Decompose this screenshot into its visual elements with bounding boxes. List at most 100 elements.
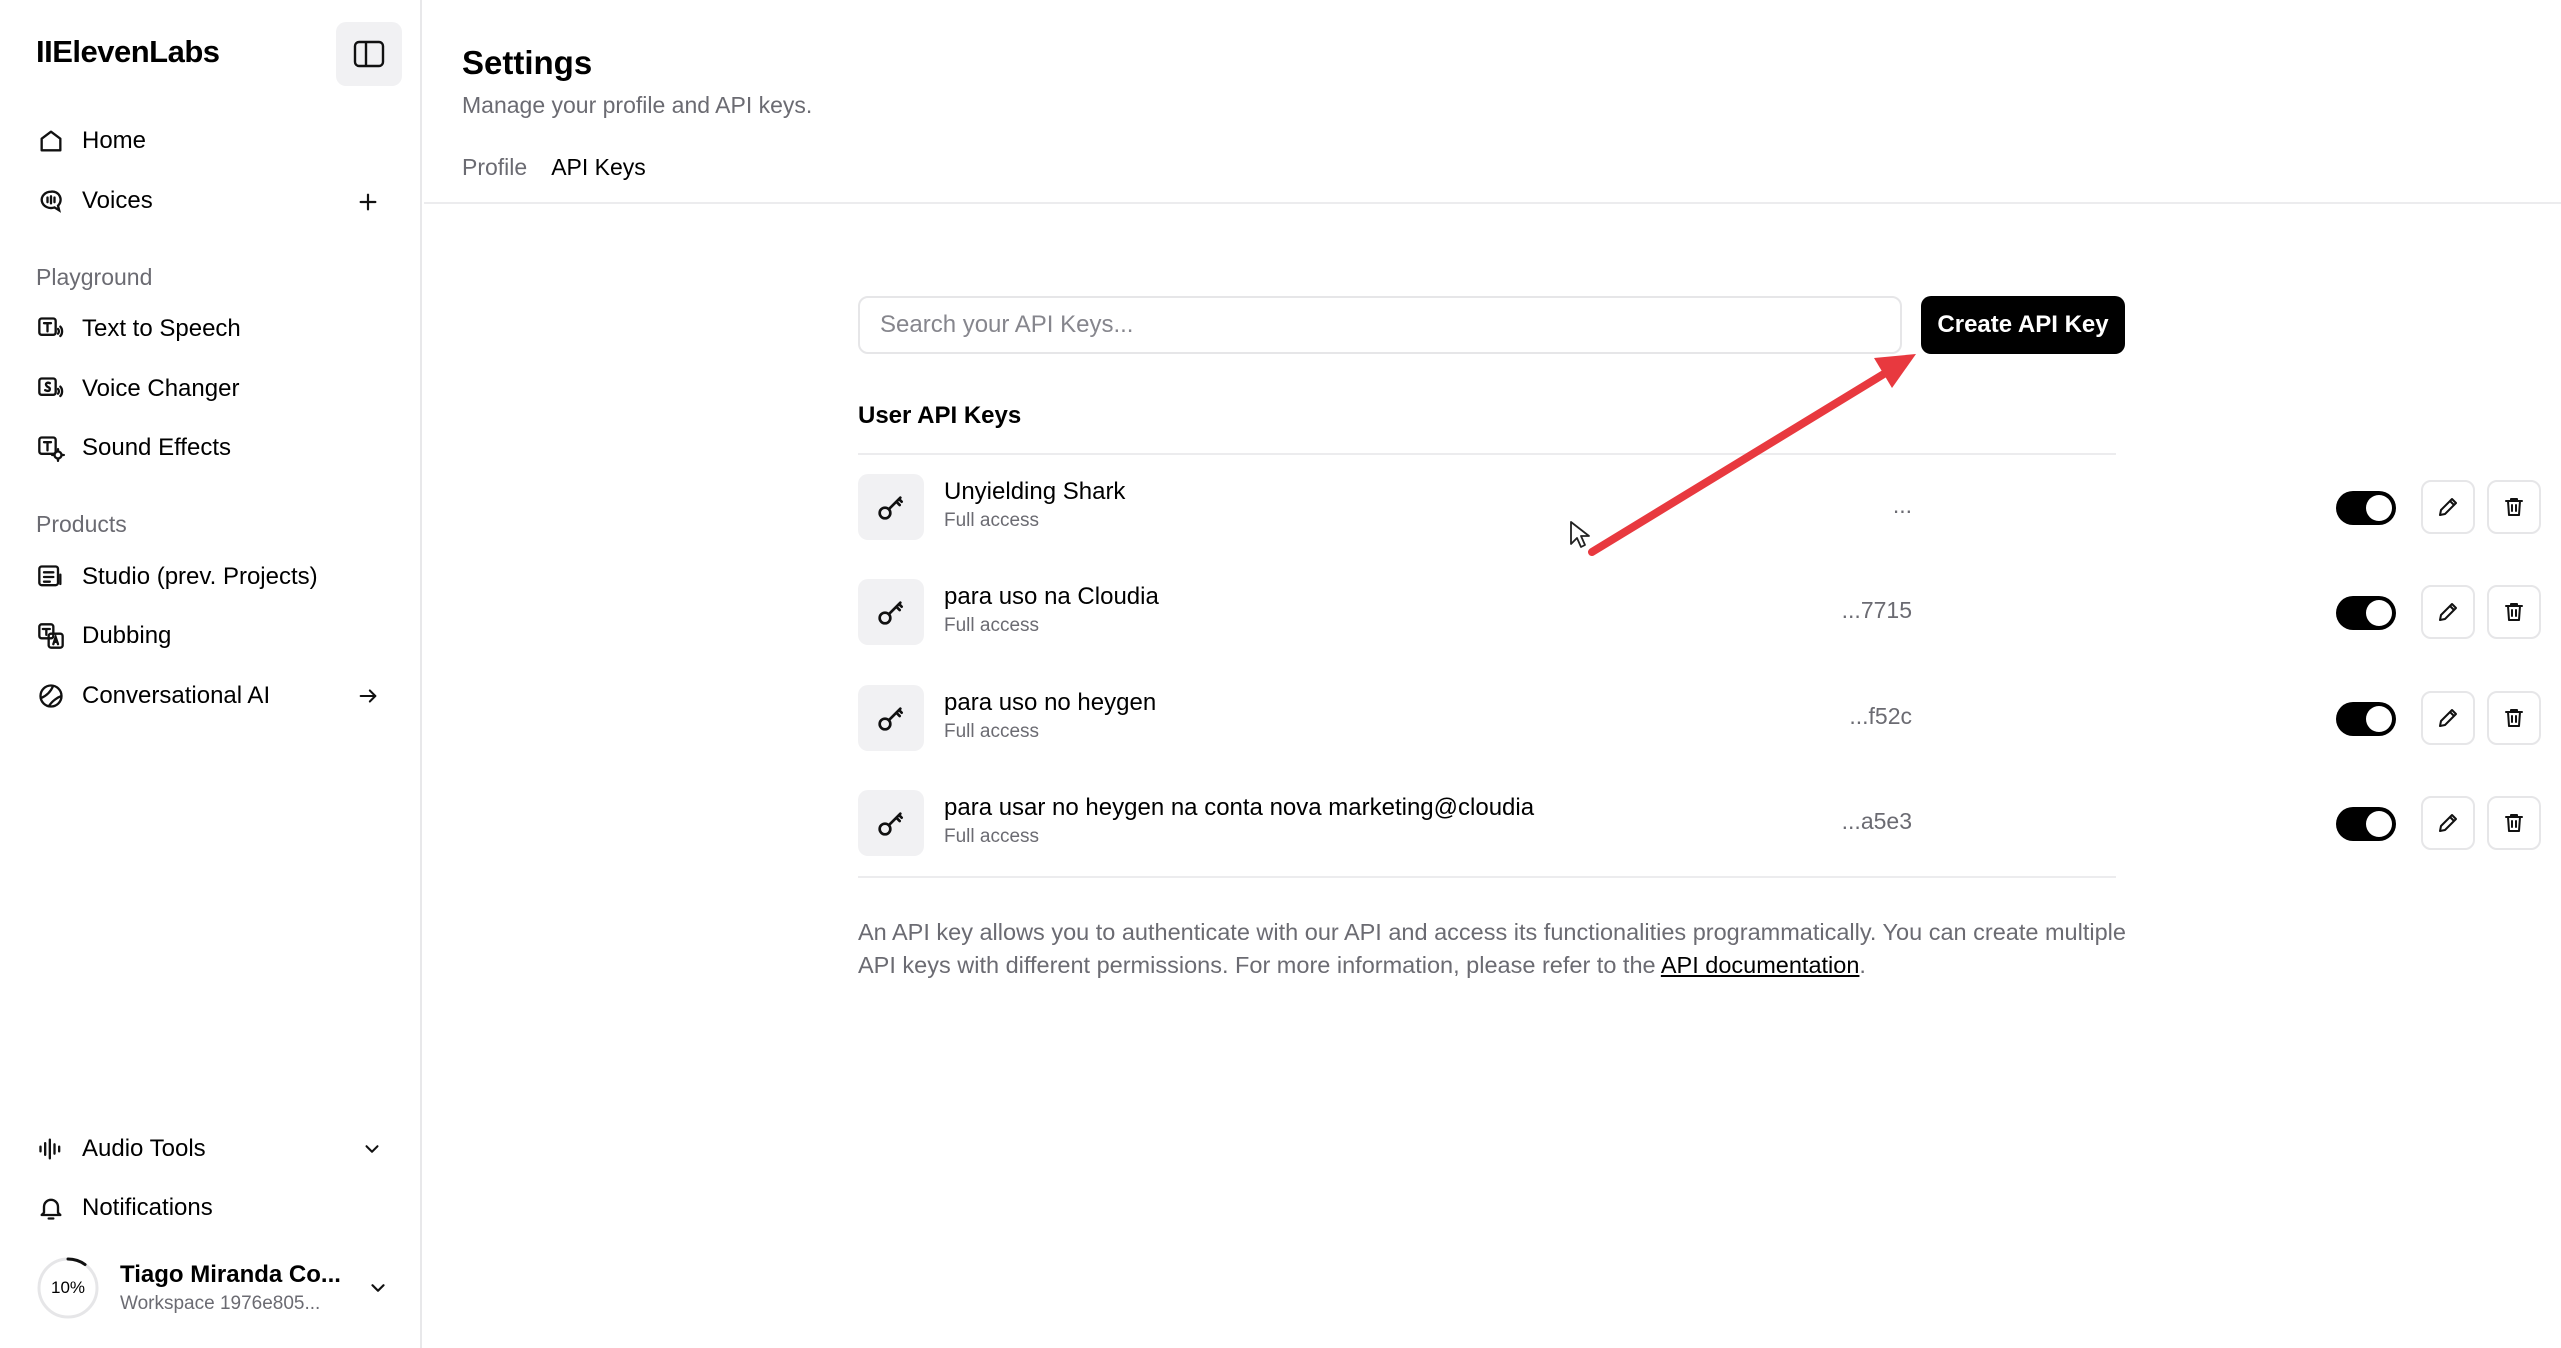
sidebar-item-label: Dubbing [82,622,172,649]
voice-changer-icon [36,374,66,404]
conversational-ai-open-button[interactable] [350,678,386,714]
api-key-info-text: An API key allows you to authenticate wi… [858,916,2128,982]
home-icon [36,126,66,156]
tab-api-keys[interactable]: API Keys [551,150,646,204]
sidebar-item-audio-tools[interactable]: Audio Tools [36,1127,206,1171]
list-divider [858,876,2116,878]
sidebar-item-notifications[interactable]: Notifications [36,1186,213,1230]
trash-icon [2505,709,2523,727]
pencil-icon [2439,498,2457,516]
api-key-enabled-toggle[interactable] [2336,491,2396,525]
main-content: Settings Manage your profile and API key… [424,0,2561,1348]
api-key-search-input[interactable] [858,296,1902,354]
api-key-access: Full access [944,510,1040,531]
sidebar-toggle-button[interactable] [336,22,402,86]
api-key-suffix: ...a5e3 [1841,808,1912,834]
api-key-enabled-toggle[interactable] [2336,702,2396,736]
key-icon [858,790,924,856]
api-key-suffix: ... [1892,492,1912,518]
api-key-row: para uso no heygen Full access ...f52c [858,683,2541,753]
user-menu[interactable]: 10% Tiago Miranda Co... Workspace 1976e8… [36,1254,396,1322]
api-key-enabled-toggle[interactable] [2336,596,2396,630]
usage-percent: 10% [50,1278,86,1297]
page-title: Settings [462,44,593,81]
app-logo[interactable]: IIElevenLabs [36,34,220,70]
mouse-cursor-icon [1570,521,1590,548]
edit-api-key-button[interactable] [2421,585,2475,639]
info-text-body: An API key allows you to authenticate wi… [858,919,2126,978]
sidebar: IIElevenLabs Home Voices Playground Text… [0,0,422,1348]
create-api-key-button[interactable]: Create API Key [1921,296,2125,354]
settings-tabs: Profile API Keys [462,150,670,204]
api-key-access: Full access [944,721,1040,742]
pencil-icon [2439,709,2457,727]
delete-api-key-button[interactable] [2487,691,2541,745]
text-to-speech-icon [36,314,66,344]
add-voice-button[interactable] [350,184,386,220]
delete-api-key-button[interactable] [2487,480,2541,534]
tabs-divider [424,202,2561,204]
api-key-name: para uso na Cloudia [944,583,1159,610]
delete-api-key-button[interactable] [2487,585,2541,639]
audio-tools-expand-button[interactable] [354,1131,390,1167]
user-api-keys-heading: User API Keys [858,402,1022,429]
sidebar-panel-icon [353,40,385,68]
trash-icon [2505,814,2523,832]
api-key-name: Unyielding Shark [944,478,1126,505]
key-icon [858,474,924,540]
pencil-icon [2439,603,2457,621]
key-icon [858,685,924,751]
sidebar-item-label: Sound Effects [82,434,231,461]
edit-api-key-button[interactable] [2421,796,2475,850]
dubbing-icon [36,621,66,651]
conversational-ai-icon [36,681,66,711]
api-key-row: Unyielding Shark Full access ... [858,472,2541,542]
sidebar-item-label: Conversational AI [82,682,271,709]
chevron-down-icon [365,1145,379,1153]
info-text-end: . [1859,952,1866,978]
sidebar-item-label: Notifications [82,1194,213,1221]
edit-api-key-button[interactable] [2421,691,2475,745]
section-label-playground: Playground [36,264,153,290]
sidebar-item-conversational-ai[interactable]: Conversational AI [36,674,270,718]
sidebar-item-dubbing[interactable]: Dubbing [36,614,171,658]
api-key-suffix: ...7715 [1841,597,1912,623]
trash-icon [2505,603,2523,621]
sidebar-item-text-to-speech[interactable]: Text to Speech [36,307,241,351]
api-key-name: para uso no heygen [944,689,1157,716]
sidebar-item-studio[interactable]: Studio (prev. Projects) [36,555,318,599]
sidebar-item-voices[interactable]: Voices [36,179,153,223]
api-key-access: Full access [944,826,1040,847]
chevron-down-icon [371,1284,385,1292]
sidebar-item-sound-effects[interactable]: Sound Effects [36,426,231,470]
sidebar-item-home[interactable]: Home [36,119,146,163]
sidebar-item-label: Audio Tools [82,1135,206,1162]
api-documentation-link[interactable]: API documentation [1661,952,1860,978]
sidebar-item-voice-changer[interactable]: Voice Changer [36,367,239,411]
api-key-row: para uso na Cloudia Full access ...7715 [858,577,2541,647]
sidebar-item-label: Home [82,127,147,154]
api-key-row: para usar no heygen na conta nova market… [858,788,2541,858]
sidebar-item-label: Voice Changer [82,375,240,402]
sidebar-item-label: Studio (prev. Projects) [82,563,318,590]
sidebar-item-label: Text to Speech [82,315,241,342]
usage-ring: 10% [36,1256,100,1320]
pencil-icon [2439,814,2457,832]
user-menu-chevron[interactable] [360,1270,396,1306]
tab-profile[interactable]: Profile [462,150,527,204]
edit-api-key-button[interactable] [2421,480,2475,534]
arrow-right-icon [359,689,377,703]
audio-tools-icon [36,1134,66,1164]
delete-api-key-button[interactable] [2487,796,2541,850]
api-key-name: para usar no heygen na conta nova market… [944,794,1535,821]
user-name: Tiago Miranda Co... [120,1261,341,1288]
studio-icon [36,562,66,592]
key-icon [858,579,924,645]
api-key-suffix: ...f52c [1849,703,1912,729]
voices-icon [36,186,66,216]
list-divider [858,453,2116,455]
api-key-enabled-toggle[interactable] [2336,807,2396,841]
trash-icon [2505,498,2523,516]
workspace-name: Workspace 1976e805... [120,1293,321,1314]
section-label-products: Products [36,511,127,537]
